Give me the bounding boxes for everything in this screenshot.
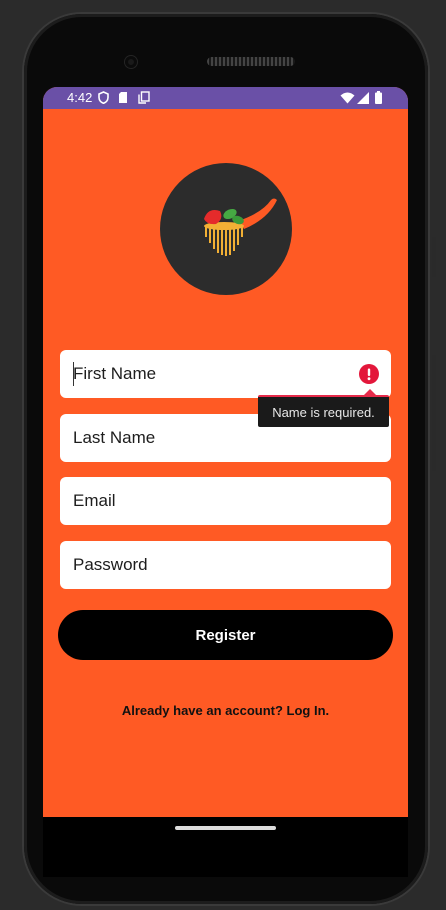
error-tooltip: Name is required.	[258, 395, 389, 427]
signal-icon	[357, 92, 369, 104]
battery-icon	[375, 91, 382, 104]
earpiece-speaker	[207, 57, 295, 66]
first-name-placeholder: First Name	[73, 364, 157, 383]
register-button[interactable]: Register	[58, 610, 393, 660]
power-button	[432, 237, 436, 277]
email-placeholder: Email	[73, 491, 116, 510]
volume-button	[432, 355, 436, 471]
spaghetti-fork-logo-icon	[160, 163, 292, 295]
wifi-icon	[340, 92, 355, 104]
status-bar: 4:42	[43, 87, 408, 109]
last-name-placeholder: Last Name	[73, 428, 156, 447]
front-camera	[125, 56, 137, 68]
login-link[interactable]: Already have an account? Log In.	[43, 703, 408, 718]
shield-icon	[98, 91, 109, 104]
password-placeholder: Password	[73, 555, 148, 574]
email-field[interactable]: Email	[60, 477, 391, 525]
first-name-field[interactable]: First Name	[60, 350, 391, 398]
sd-card-icon	[119, 92, 127, 103]
password-field[interactable]: Password	[60, 541, 391, 589]
error-icon	[359, 364, 379, 384]
status-time: 4:42	[67, 90, 93, 105]
copy-icon	[138, 91, 150, 104]
home-gesture-handle[interactable]	[175, 826, 276, 830]
app-screen: 4:42 First Name Last Name Email Password…	[43, 87, 408, 817]
navigation-bar	[43, 817, 408, 877]
